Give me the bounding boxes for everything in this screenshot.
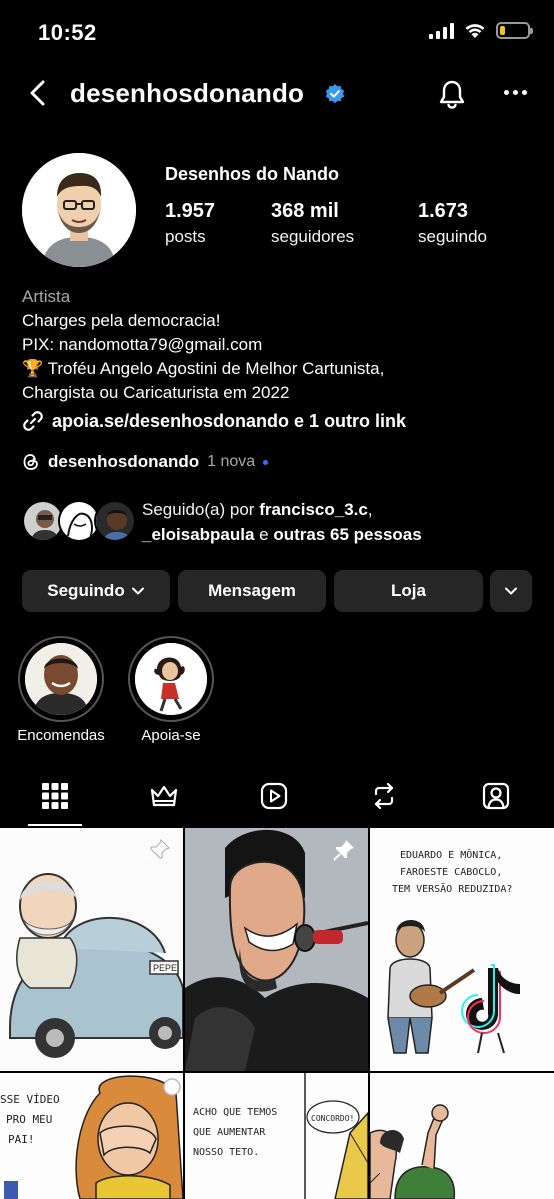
- post-caption-line: FAROESTE CABOCLO,: [400, 867, 502, 878]
- bio-line: PIX: nandomotta79@gmail.com: [22, 335, 263, 354]
- post-thumbnail[interactable]: [370, 1073, 554, 1199]
- bio-line: Charges pela democracia!: [22, 311, 221, 330]
- message-button[interactable]: Mensagem: [178, 570, 326, 612]
- profile-header: desenhosdonando: [0, 66, 554, 124]
- threads-badge[interactable]: desenhosdonando 1 nova: [22, 452, 269, 472]
- bio-line: Chargista ou Caricaturista em 2022: [22, 383, 290, 402]
- stat-followers[interactable]: 368 mil seguidores: [271, 200, 354, 247]
- reels-icon[interactable]: [259, 781, 289, 811]
- crown-icon[interactable]: [149, 781, 179, 811]
- stat-following[interactable]: 1.673 seguindo: [418, 200, 487, 247]
- chevron-down-icon: [131, 587, 144, 595]
- profile-tabs: [0, 765, 554, 827]
- post-thumbnail[interactable]: [185, 828, 368, 1071]
- post-thumbnail[interactable]: SSE VÍDEO PRO MEU PAI!: [0, 1073, 183, 1199]
- post-caption-line: EDUARDO E MÔNICA,: [400, 848, 502, 861]
- link-icon: [23, 411, 43, 431]
- status-bar: 10:52: [0, 0, 554, 66]
- message-label: Mensagem: [208, 581, 296, 600]
- mutual-avatar: [94, 500, 136, 542]
- posts-grid: PEPE EDUARDO E MÔNICA, FAROESTE CABOCLO,…: [0, 828, 554, 1199]
- back-icon[interactable]: [24, 78, 54, 108]
- post-caption-line: ACHO QUE TEMOS: [193, 1107, 277, 1118]
- stat-followers-value: 368 mil: [271, 200, 339, 222]
- post-caption-line: SSE VÍDEO: [0, 1093, 60, 1106]
- shop-label: Loja: [391, 581, 426, 600]
- post-caption-line: PAI!: [8, 1133, 35, 1146]
- grid-icon[interactable]: [40, 781, 70, 811]
- status-time: 10:52: [38, 20, 97, 45]
- post-caption-line: PRO MEU: [6, 1113, 52, 1126]
- pinned-icon: [333, 840, 354, 861]
- mutual-joiner: e: [254, 525, 274, 544]
- following-button[interactable]: Seguindo: [22, 570, 170, 612]
- mutual-followers[interactable]: Seguido(a) por francisco_3.c, _eloisabpa…: [22, 497, 542, 547]
- new-dot-indicator: [263, 459, 269, 465]
- active-tab-indicator: [28, 824, 82, 826]
- plate-text: PEPE: [153, 963, 177, 973]
- post-caption-line: QUE AUMENTAR: [193, 1127, 266, 1138]
- stat-posts-label: posts: [165, 227, 206, 246]
- stat-followers-label: seguidores: [271, 227, 355, 246]
- stat-following-label: seguindo: [418, 227, 488, 246]
- tagged-icon[interactable]: [481, 781, 511, 811]
- mutual-followers-text: Seguido(a) por francisco_3.c, _eloisabpa…: [142, 497, 422, 547]
- chevron-down-icon: [505, 587, 517, 595]
- profile-category: Artista: [22, 287, 71, 306]
- post-thumbnail[interactable]: ACHO QUE TEMOS QUE AUMENTAR NOSSO TETO. …: [185, 1073, 368, 1199]
- post-thumbnail[interactable]: PEPE: [0, 828, 183, 1071]
- post-caption-line: NOSSO TETO.: [193, 1147, 259, 1158]
- post-thumbnail[interactable]: EDUARDO E MÔNICA, FAROESTE CABOCLO, TEM …: [370, 828, 554, 1071]
- shop-button[interactable]: Loja: [334, 570, 483, 612]
- post-bubble-text: CONCORDO!: [311, 1114, 354, 1123]
- cellular-signal-icon: [429, 22, 454, 39]
- profile-display-name: Desenhos do Nando: [165, 164, 340, 184]
- threads-new-count: 1 nova: [207, 453, 256, 470]
- highlight-label: Encomendas: [17, 727, 105, 744]
- battery-icon: [496, 22, 533, 39]
- status-icons: [429, 22, 533, 39]
- threads-icon: [23, 454, 38, 470]
- profile-bio: Artista Charges pela democracia! PIX: na…: [22, 285, 542, 405]
- reposts-icon[interactable]: [369, 781, 399, 811]
- stat-posts-value: 1.957: [165, 200, 216, 222]
- highlight-encomendas[interactable]: [18, 636, 104, 722]
- mutual-user[interactable]: francisco_3.c: [259, 500, 368, 519]
- stat-following-value: 1.673: [418, 200, 469, 222]
- mutual-others[interactable]: outras 65 pessoas: [273, 525, 421, 544]
- more-options-icon[interactable]: [504, 90, 527, 95]
- highlight-cover: [25, 643, 97, 715]
- suggested-accounts-button[interactable]: [490, 570, 532, 612]
- bio-line: 🏆 Troféu Angelo Agostini de Melhor Cartu…: [22, 359, 385, 378]
- mutual-user[interactable]: _eloisabpaula: [142, 525, 254, 544]
- mutual-prefix: Seguido(a) por: [142, 500, 260, 519]
- post-caption-line: TEM VERSÃO REDUZIDA?: [392, 882, 512, 895]
- following-label: Seguindo: [47, 581, 125, 600]
- threads-handle: desenhosdonando: [48, 452, 200, 471]
- profile-avatar[interactable]: [22, 153, 136, 267]
- pinned-icon: [148, 839, 170, 861]
- mutual-separator: ,: [367, 500, 373, 519]
- notifications-bell-icon[interactable]: [436, 78, 468, 110]
- profile-username: desenhosdonando: [70, 78, 305, 108]
- stat-posts[interactable]: 1.957 posts: [165, 200, 215, 247]
- highlight-label: Apoia-se: [141, 727, 201, 744]
- highlight-apoiase[interactable]: [128, 636, 214, 722]
- highlight-cover: [135, 643, 207, 715]
- verified-badge-icon: [325, 84, 345, 104]
- wifi-icon: [465, 24, 485, 38]
- profile-links[interactable]: apoia.se/desenhosdonando e 1 outro link: [22, 410, 406, 432]
- profile-link-text[interactable]: apoia.se/desenhosdonando e 1 outro link: [52, 411, 406, 432]
